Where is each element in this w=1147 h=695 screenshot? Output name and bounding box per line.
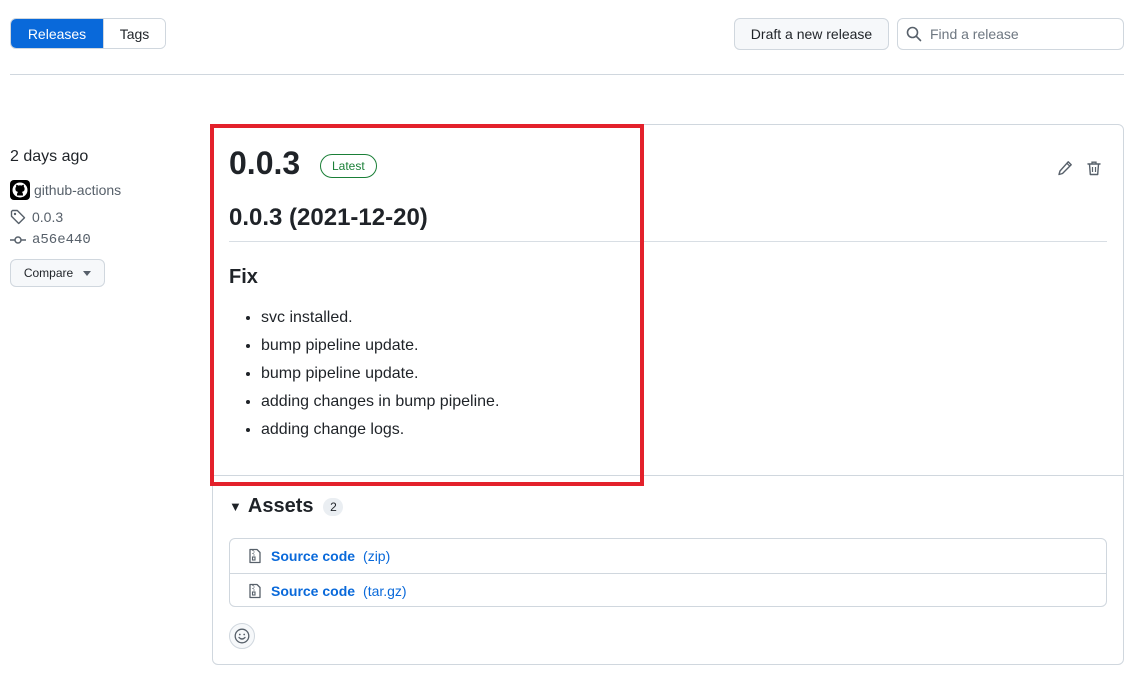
tag-icon: [10, 209, 26, 225]
asset-row[interactable]: Source code (zip): [230, 539, 1106, 573]
release-notes-list: svc installed. bump pipeline update. bum…: [229, 306, 499, 446]
trash-icon[interactable]: [1086, 160, 1102, 176]
asset-row[interactable]: Source code (tar.gz): [230, 573, 1106, 607]
compare-button[interactable]: Compare: [10, 259, 105, 287]
pencil-icon[interactable]: [1057, 160, 1073, 176]
release-notes-heading: 0.0.3 (2021-12-20): [229, 204, 428, 231]
release-tabs: Releases Tags: [10, 18, 166, 49]
assets-count-badge: 2: [323, 497, 344, 516]
assets-list: Source code (zip) Source code (tar.gz): [229, 538, 1107, 607]
tag-label[interactable]: 0.0.3: [32, 209, 63, 225]
list-item: bump pipeline update.: [261, 334, 499, 362]
release-title[interactable]: 0.0.3: [229, 145, 300, 182]
list-item: svc installed.: [261, 306, 499, 334]
file-zip-icon: [249, 548, 261, 564]
list-item: bump pipeline update.: [261, 362, 499, 390]
chevron-down-icon: [83, 270, 92, 276]
compare-label: Compare: [23, 266, 74, 280]
header-divider: [10, 74, 1124, 75]
triangle-down-icon: ▼: [229, 499, 242, 514]
list-item: adding change logs.: [261, 418, 499, 446]
smiley-icon: [234, 628, 250, 644]
release-commit[interactable]: a56e440: [10, 232, 91, 248]
heading-divider: [229, 241, 1107, 242]
commit-sha[interactable]: a56e440: [32, 232, 91, 248]
search-icon: [906, 26, 922, 42]
draft-release-button[interactable]: Draft a new release: [734, 18, 889, 50]
author-name[interactable]: github-actions: [34, 182, 121, 198]
github-logo-icon: [12, 182, 28, 198]
release-author[interactable]: github-actions: [10, 180, 121, 200]
assets-divider: [213, 475, 1123, 476]
assets-label: Assets: [247, 495, 314, 517]
search-input[interactable]: [930, 26, 1110, 42]
list-item: adding changes in bump pipeline.: [261, 390, 499, 418]
release-date: 2 days ago: [10, 148, 89, 165]
release-tag[interactable]: 0.0.3: [10, 209, 63, 225]
add-reaction-button[interactable]: [229, 623, 255, 649]
commit-icon: [10, 236, 26, 244]
tab-releases[interactable]: Releases: [11, 19, 103, 48]
asset-name[interactable]: Source code: [271, 548, 355, 564]
asset-name[interactable]: Source code: [271, 583, 355, 599]
avatar: [10, 180, 30, 200]
tab-tags[interactable]: Tags: [103, 19, 165, 48]
fix-section-heading: Fix: [229, 266, 258, 288]
asset-ext[interactable]: (tar.gz): [363, 583, 407, 599]
search-release-field[interactable]: [897, 18, 1124, 50]
file-zip-icon: [249, 583, 261, 598]
latest-badge: Latest: [320, 154, 377, 178]
assets-toggle[interactable]: ▼ Assets 2: [229, 495, 344, 518]
asset-ext[interactable]: (zip): [363, 548, 390, 564]
